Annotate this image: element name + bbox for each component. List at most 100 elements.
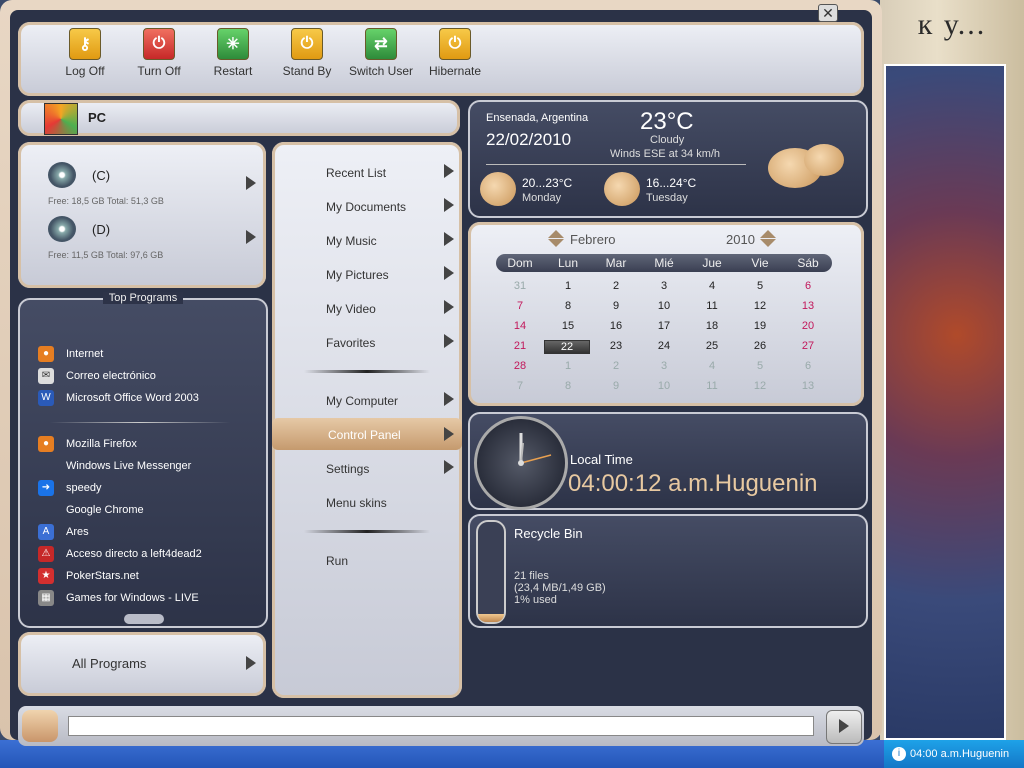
- stand-by-button[interactable]: ⏻ Stand By: [272, 28, 342, 78]
- all-programs-button[interactable]: All Programs: [18, 632, 266, 696]
- calendar-day[interactable]: 4: [688, 360, 736, 372]
- calendar-day[interactable]: 28: [496, 360, 544, 372]
- list-item[interactable]: ▦ Games for Windows - LIVE: [38, 590, 199, 606]
- calendar-day[interactable]: 1: [544, 280, 592, 292]
- calendar-day[interactable]: 13: [784, 300, 832, 312]
- calendar-day[interactable]: 2: [592, 280, 640, 292]
- log-off-button[interactable]: ⚷ Log Off: [50, 28, 120, 78]
- link-control-panel[interactable]: Control Panel: [272, 418, 462, 450]
- run-bar-knob[interactable]: [22, 710, 58, 742]
- calendar-day[interactable]: 26: [736, 340, 784, 352]
- scroll-down-button[interactable]: [124, 614, 164, 624]
- calendar-day[interactable]: 25: [688, 340, 736, 352]
- list-item[interactable]: ● Mozilla Firefox: [38, 436, 137, 452]
- calendar-day[interactable]: 6: [784, 280, 832, 292]
- calendar-day[interactable]: 12: [736, 380, 784, 392]
- calendar-day[interactable]: 21: [496, 340, 544, 352]
- chevron-right-icon[interactable]: [444, 460, 454, 474]
- hibernate-button[interactable]: ⏻ Hibernate: [420, 28, 490, 78]
- calendar-day[interactable]: 9: [592, 380, 640, 392]
- list-item[interactable]: ★ PokerStars.net: [38, 568, 139, 584]
- chevron-right-icon[interactable]: [444, 300, 454, 314]
- calendar-day[interactable]: 3: [640, 360, 688, 372]
- chevron-right-icon[interactable]: [444, 164, 454, 178]
- calendar-day[interactable]: 11: [688, 380, 736, 392]
- calendar-day[interactable]: 14: [496, 320, 544, 332]
- calendar-day[interactable]: 8: [544, 300, 592, 312]
- list-item[interactable]: ✉ Correo electrónico: [38, 368, 156, 384]
- calendar-day[interactable]: 7: [496, 380, 544, 392]
- list-item[interactable]: ⚠ Acceso directo a left4dead2: [38, 546, 202, 562]
- calendar-day[interactable]: 31: [496, 280, 544, 292]
- link-favorites[interactable]: Favorites: [326, 336, 375, 350]
- link-recent-list[interactable]: Recent List: [326, 166, 386, 180]
- next-month-button[interactable]: [548, 239, 564, 247]
- chevron-right-icon[interactable]: [444, 334, 454, 348]
- system-tray[interactable]: i 04:00 a.m.Huguenin: [884, 740, 1024, 768]
- network-icon[interactable]: i: [892, 747, 906, 761]
- calendar-day[interactable]: 6: [784, 360, 832, 372]
- drive-d[interactable]: (D) Free: 11,5 GB Total: 97,6 GB: [48, 216, 258, 262]
- calendar-day[interactable]: 24: [640, 340, 688, 352]
- link-settings[interactable]: Settings: [326, 462, 369, 476]
- calendar-day[interactable]: 18: [688, 320, 736, 332]
- calendar-day[interactable]: 19: [736, 320, 784, 332]
- list-item[interactable]: W Microsoft Office Word 2003: [38, 390, 199, 406]
- calendar-day[interactable]: 4: [688, 280, 736, 292]
- calendar-day[interactable]: 9: [592, 300, 640, 312]
- weather-condition: Cloudy: [650, 134, 685, 146]
- calendar-day[interactable]: 11: [688, 300, 736, 312]
- chevron-right-icon[interactable]: [246, 176, 256, 190]
- link-my-music[interactable]: My Music: [326, 234, 377, 248]
- list-item[interactable]: ➜ speedy: [38, 480, 101, 496]
- chevron-right-icon[interactable]: [246, 230, 256, 244]
- chevron-right-icon[interactable]: [444, 232, 454, 246]
- calendar-month: Febrero: [570, 232, 616, 247]
- calendar-day[interactable]: 1: [544, 360, 592, 372]
- calendar-day[interactable]: 2: [592, 360, 640, 372]
- link-my-documents[interactable]: My Documents: [326, 200, 406, 214]
- user-bar[interactable]: PC: [18, 100, 460, 136]
- calendar-day[interactable]: 10: [640, 380, 688, 392]
- restart-button[interactable]: ✳ Restart: [198, 28, 268, 78]
- calendar-day[interactable]: 23: [592, 340, 640, 352]
- tray-clock[interactable]: 04:00 a.m.Huguenin: [910, 740, 1009, 768]
- calendar-day[interactable]: 17: [640, 320, 688, 332]
- list-item[interactable]: Windows Live Messenger: [38, 458, 191, 474]
- calendar-day[interactable]: 5: [736, 280, 784, 292]
- calendar-day[interactable]: 10: [640, 300, 688, 312]
- calendar-day[interactable]: 27: [784, 340, 832, 352]
- list-item[interactable]: ● Internet: [38, 346, 103, 362]
- drive-c[interactable]: (C) Free: 18,5 GB Total: 51,3 GB: [48, 162, 258, 208]
- previous-month-button[interactable]: [548, 230, 564, 238]
- close-button[interactable]: ✕: [818, 4, 838, 22]
- calendar-day[interactable]: 3: [640, 280, 688, 292]
- calendar-day[interactable]: 5: [736, 360, 784, 372]
- calendar-day[interactable]: 12: [736, 300, 784, 312]
- next-year-button[interactable]: [760, 230, 776, 238]
- link-menu-skins[interactable]: Menu skins: [326, 496, 387, 510]
- link-my-computer[interactable]: My Computer: [326, 394, 398, 408]
- chevron-right-icon[interactable]: [444, 198, 454, 212]
- calendar-day[interactable]: 22: [544, 340, 590, 354]
- link-my-video[interactable]: My Video: [326, 302, 376, 316]
- link-run[interactable]: Run: [326, 554, 348, 568]
- turn-off-button[interactable]: ⏻ Turn Off: [124, 28, 194, 78]
- link-my-pictures[interactable]: My Pictures: [326, 268, 389, 282]
- calendar-day[interactable]: 15: [544, 320, 592, 332]
- search-input[interactable]: [68, 716, 814, 736]
- previous-year-button[interactable]: [760, 239, 776, 247]
- list-item[interactable]: A Ares: [38, 524, 89, 540]
- calendar-day[interactable]: 7: [496, 300, 544, 312]
- calendar-day[interactable]: 13: [784, 380, 832, 392]
- calendar-day[interactable]: 8: [544, 380, 592, 392]
- chevron-right-icon[interactable]: [444, 392, 454, 406]
- recycle-bin-widget[interactable]: Recycle Bin 21 files (23,4 MB/1,49 GB) 1…: [468, 514, 868, 628]
- calendar-day[interactable]: 20: [784, 320, 832, 332]
- chevron-right-icon[interactable]: [444, 266, 454, 280]
- list-item[interactable]: Google Chrome: [38, 502, 144, 518]
- user-avatar[interactable]: [44, 103, 78, 135]
- go-button[interactable]: [826, 710, 862, 744]
- switch-user-button[interactable]: ⇄ Switch User: [346, 28, 416, 78]
- calendar-day[interactable]: 16: [592, 320, 640, 332]
